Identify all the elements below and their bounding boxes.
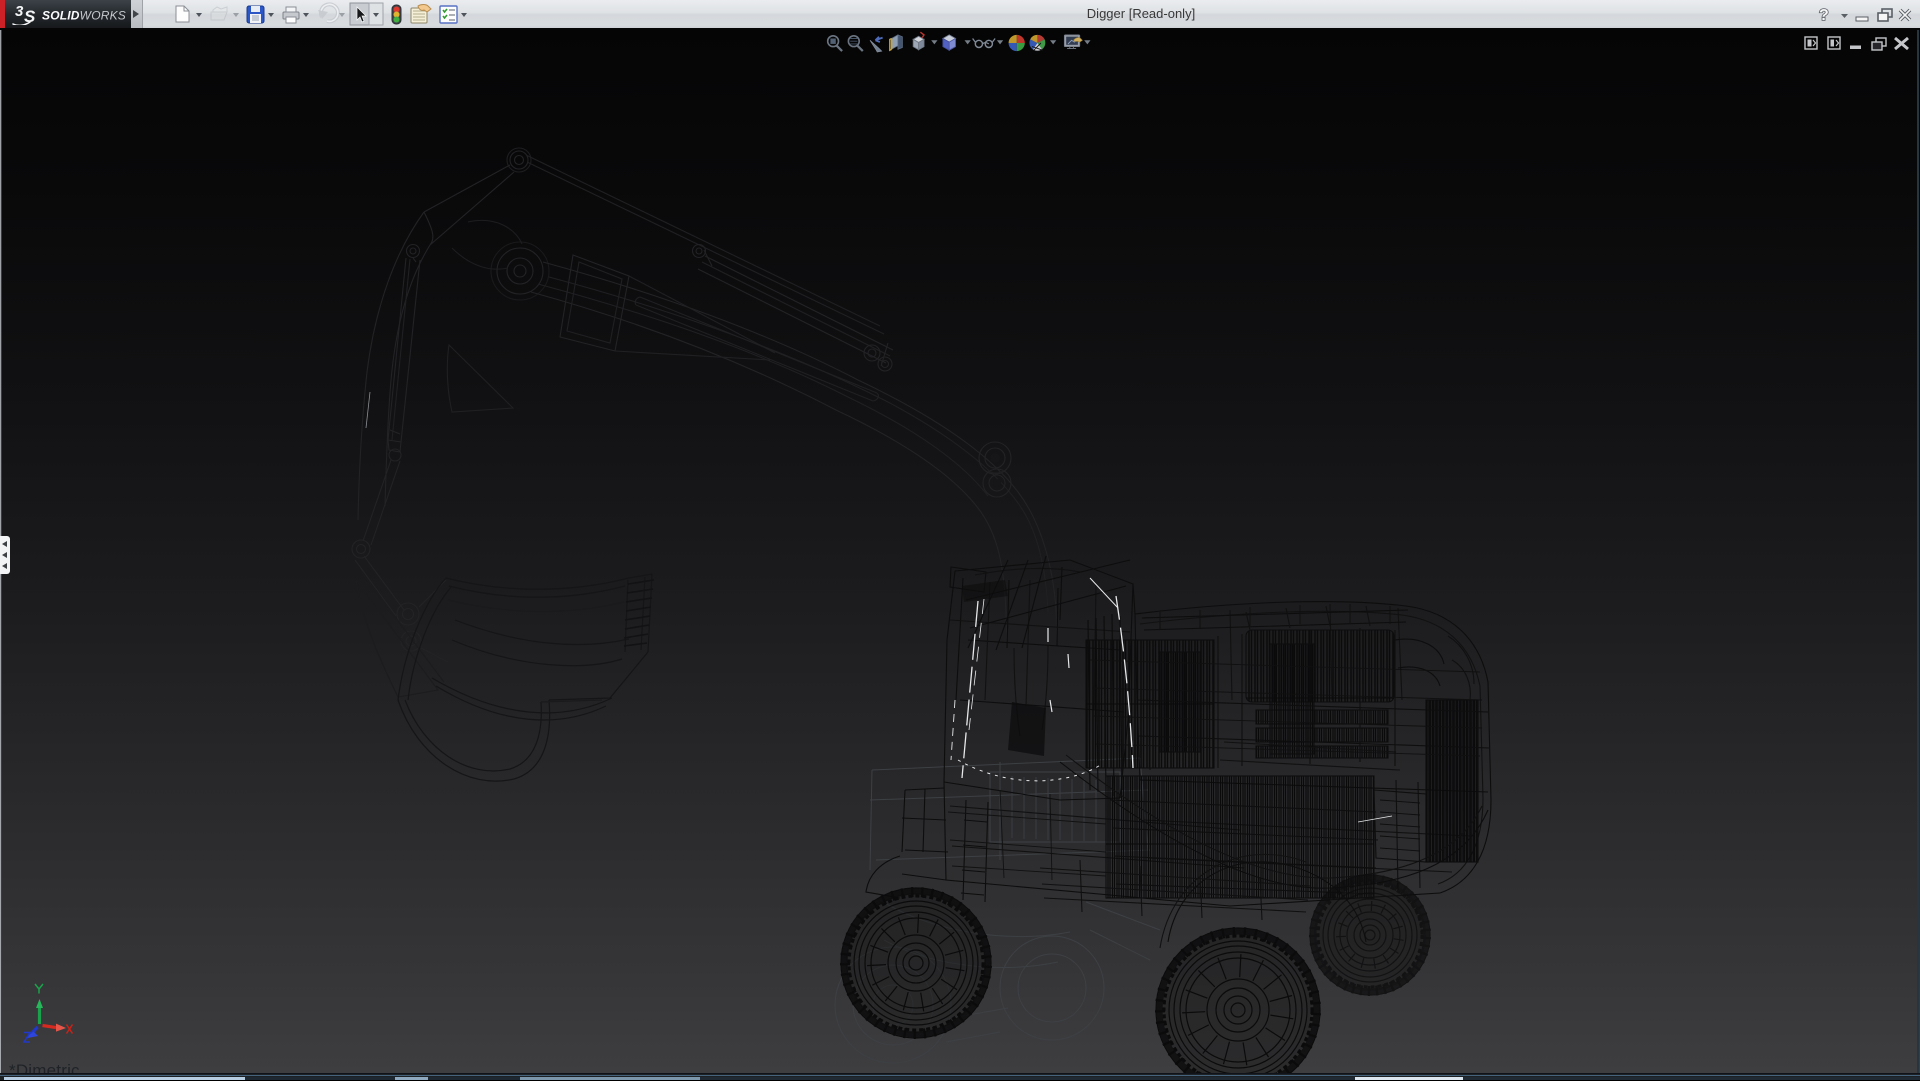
svg-text:?: ? xyxy=(1819,7,1829,24)
